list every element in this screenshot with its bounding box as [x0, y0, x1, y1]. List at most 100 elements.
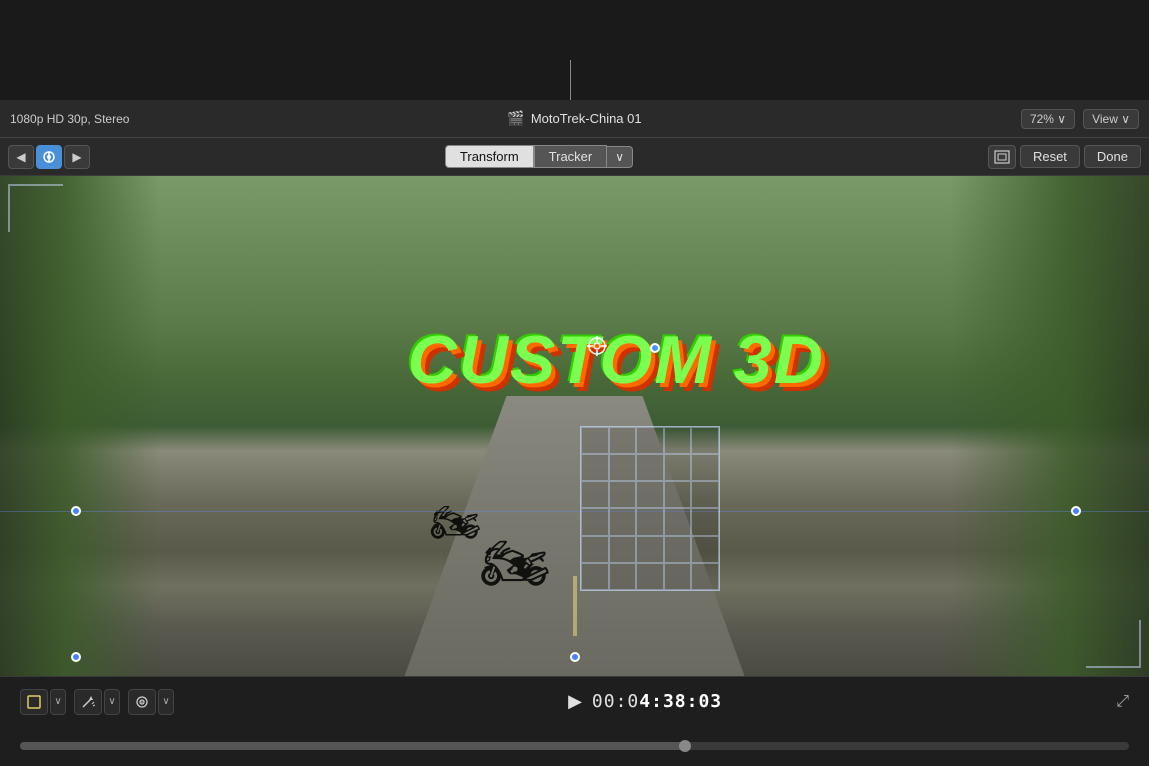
- timeline-playhead[interactable]: [679, 740, 691, 752]
- tracker-cell: [691, 481, 719, 508]
- viewer-outer: 1080p HD 30p, Stereo 🎬 MotoTrek-China 01…: [0, 100, 1149, 676]
- tracker-cell: [691, 536, 719, 563]
- tracker-cell: [664, 536, 692, 563]
- tracker-cell: [691, 427, 719, 454]
- tooltip-line2: or rotate the superimposed image.: [445, 55, 704, 79]
- select-tool-dropdown[interactable]: ∨: [50, 689, 66, 715]
- tracker-tool-icon: [135, 695, 149, 709]
- tracker-cell: [636, 454, 664, 481]
- tracker-cell: [581, 508, 609, 535]
- tool-group-magic: ∨: [74, 689, 120, 715]
- tracker-cell: [636, 536, 664, 563]
- motorcycle-2: 🏍: [480, 531, 550, 596]
- magic-tool-icon: [81, 695, 95, 709]
- corner-bracket-br: [1086, 620, 1141, 668]
- tracker-tool-button[interactable]: [128, 689, 156, 715]
- handle-bottom-left[interactable]: [71, 652, 81, 662]
- transform-button[interactable]: Transform: [445, 145, 534, 168]
- tracker-grid-inner: [581, 427, 719, 590]
- anchor-point-text[interactable]: [650, 343, 660, 353]
- timeline-progress: [20, 742, 685, 750]
- timecode-main: 4:38:03: [639, 691, 722, 712]
- transport-bar: ∨ ∨ ∨: [0, 676, 1149, 766]
- nav-buttons: ◀ ▶: [8, 145, 90, 169]
- tracker-cell: [581, 563, 609, 590]
- transport-controls: ∨ ∨ ∨: [0, 677, 1149, 726]
- prev-frame-button[interactable]: ◀: [8, 145, 34, 169]
- tracker-cell: [581, 481, 609, 508]
- timeline-track[interactable]: [20, 742, 1129, 750]
- tracker-cell: [581, 536, 609, 563]
- tooltip-container: Click Transform to resize, move, or rota…: [0, 0, 1149, 100]
- trees-left: [0, 176, 160, 676]
- play-button[interactable]: ▶: [568, 691, 582, 712]
- road-center-line: [573, 576, 577, 636]
- clapper-icon: 🎬: [507, 110, 524, 127]
- trees-right: [949, 176, 1149, 676]
- crosshair-target[interactable]: [586, 335, 608, 362]
- view-button[interactable]: View ∨: [1083, 109, 1139, 129]
- fit-frame-button[interactable]: [988, 145, 1016, 169]
- center-controls: Transform Tracker ∨: [90, 145, 988, 168]
- controls-bar: ◀ ▶ Transform Tracker ∨: [0, 138, 1149, 176]
- right-controls: Reset Done: [988, 145, 1141, 169]
- tracker-button[interactable]: Tracker: [534, 145, 608, 168]
- tooltip-connector-line: [570, 60, 571, 100]
- timecode-pre: 00:0: [592, 691, 639, 712]
- tracker-cell: [609, 481, 637, 508]
- tool-group-tracker: ∨: [128, 689, 174, 715]
- zoom-button[interactable]: 72% ∨: [1021, 109, 1075, 129]
- tool-group-select: ∨: [20, 689, 66, 715]
- tracker-cell: [636, 508, 664, 535]
- transform-tracker-dropdown[interactable]: ∨: [607, 146, 633, 168]
- timecode-display: 00:04:38:03: [592, 691, 722, 712]
- tracker-cell: [691, 563, 719, 590]
- custom-3d-title[interactable]: CUSTOM 3D: [408, 321, 825, 399]
- anchor-button[interactable]: [36, 145, 62, 169]
- tracker-cell: [609, 454, 637, 481]
- corner-bracket-tl: [8, 184, 63, 232]
- tracker-cell: [664, 454, 692, 481]
- motorcycle-1: 🏍: [430, 499, 481, 546]
- tracker-cell: [636, 481, 664, 508]
- top-bar-center: 🎬 MotoTrek-China 01: [507, 110, 641, 127]
- tracker-cell: [691, 508, 719, 535]
- horizontal-guide-line: [0, 511, 1149, 512]
- tracker-cell: [636, 427, 664, 454]
- tracker-tool-dropdown[interactable]: ∨: [158, 689, 174, 715]
- handle-left-middle[interactable]: [71, 506, 81, 516]
- tracker-cell: [664, 481, 692, 508]
- tracker-cell: [581, 454, 609, 481]
- reset-button[interactable]: Reset: [1020, 145, 1080, 168]
- play-area: ▶ 00:04:38:03: [182, 691, 1108, 712]
- tracker-cell: [609, 508, 637, 535]
- select-tool-icon: [27, 695, 41, 709]
- clip-info: 1080p HD 30p, Stereo: [10, 112, 507, 126]
- tracker-cell: [581, 427, 609, 454]
- tracker-cell: [691, 454, 719, 481]
- fit-icon: [994, 150, 1010, 164]
- anchor-icon: [42, 150, 56, 164]
- fullscreen-button[interactable]: ⤢: [1116, 693, 1129, 711]
- select-tool-button[interactable]: [20, 689, 48, 715]
- timeline-area: [0, 726, 1149, 766]
- magic-tool-button[interactable]: [74, 689, 102, 715]
- tracker-cell: [609, 536, 637, 563]
- handle-right-middle[interactable]: [1071, 506, 1081, 516]
- handle-bottom-center[interactable]: [570, 652, 580, 662]
- top-bar: 1080p HD 30p, Stereo 🎬 MotoTrek-China 01…: [0, 100, 1149, 138]
- top-bar-right: 72% ∨ View ∨: [642, 109, 1139, 129]
- magic-tool-dropdown[interactable]: ∨: [104, 689, 120, 715]
- tracker-cell: [664, 508, 692, 535]
- tracker-cell: [609, 427, 637, 454]
- tracker-grid: [580, 426, 720, 591]
- tracker-cell: [664, 427, 692, 454]
- video-canvas: 🏍 🏍 CUSTOM 3D: [0, 176, 1149, 676]
- next-frame-button[interactable]: ▶: [64, 145, 90, 169]
- tracker-cell: [664, 563, 692, 590]
- tracker-cell: [609, 563, 637, 590]
- tracker-cell: [636, 563, 664, 590]
- done-button[interactable]: Done: [1084, 145, 1141, 168]
- tooltip-line1: Click Transform to resize, move,: [445, 31, 704, 55]
- clip-title: MotoTrek-China 01: [531, 111, 642, 126]
